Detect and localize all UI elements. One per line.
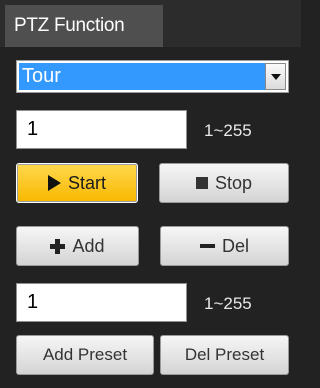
start-label: Start: [67, 172, 106, 193]
minus-icon: [199, 244, 215, 248]
tour-number-input[interactable]: 1: [16, 110, 187, 149]
plus-icon: [50, 238, 66, 254]
del-button[interactable]: Del: [160, 226, 289, 266]
add-preset-label: Add Preset: [42, 345, 128, 364]
start-button[interactable]: Start: [16, 163, 138, 203]
preset-number-range: 1~255: [204, 294, 252, 313]
tour-number-range: 1~255: [204, 121, 252, 140]
del-label: Del: [221, 235, 249, 256]
add-label: Add: [72, 235, 105, 256]
add-preset-button[interactable]: Add Preset: [16, 335, 154, 375]
dropdown-button[interactable]: [265, 63, 286, 90]
function-select[interactable]: Tour: [16, 60, 289, 93]
add-button[interactable]: Add: [16, 226, 139, 266]
preset-number-input[interactable]: 1: [16, 283, 187, 322]
del-preset-button[interactable]: Del Preset: [160, 335, 289, 375]
play-icon: [47, 175, 61, 191]
ptz-function-panel: PTZ Function Tour 1 1~255 Start Stop Add…: [0, 0, 301, 388]
tab-bar: PTZ Function: [0, 0, 301, 47]
function-select-value: Tour: [19, 63, 265, 90]
stop-label: Stop: [214, 172, 253, 193]
del-preset-label: Del Preset: [184, 345, 265, 364]
tab-ptz-function[interactable]: PTZ Function: [5, 5, 163, 47]
stop-button[interactable]: Stop: [159, 163, 289, 203]
stop-icon: [195, 177, 208, 189]
chevron-down-icon: [270, 73, 281, 80]
